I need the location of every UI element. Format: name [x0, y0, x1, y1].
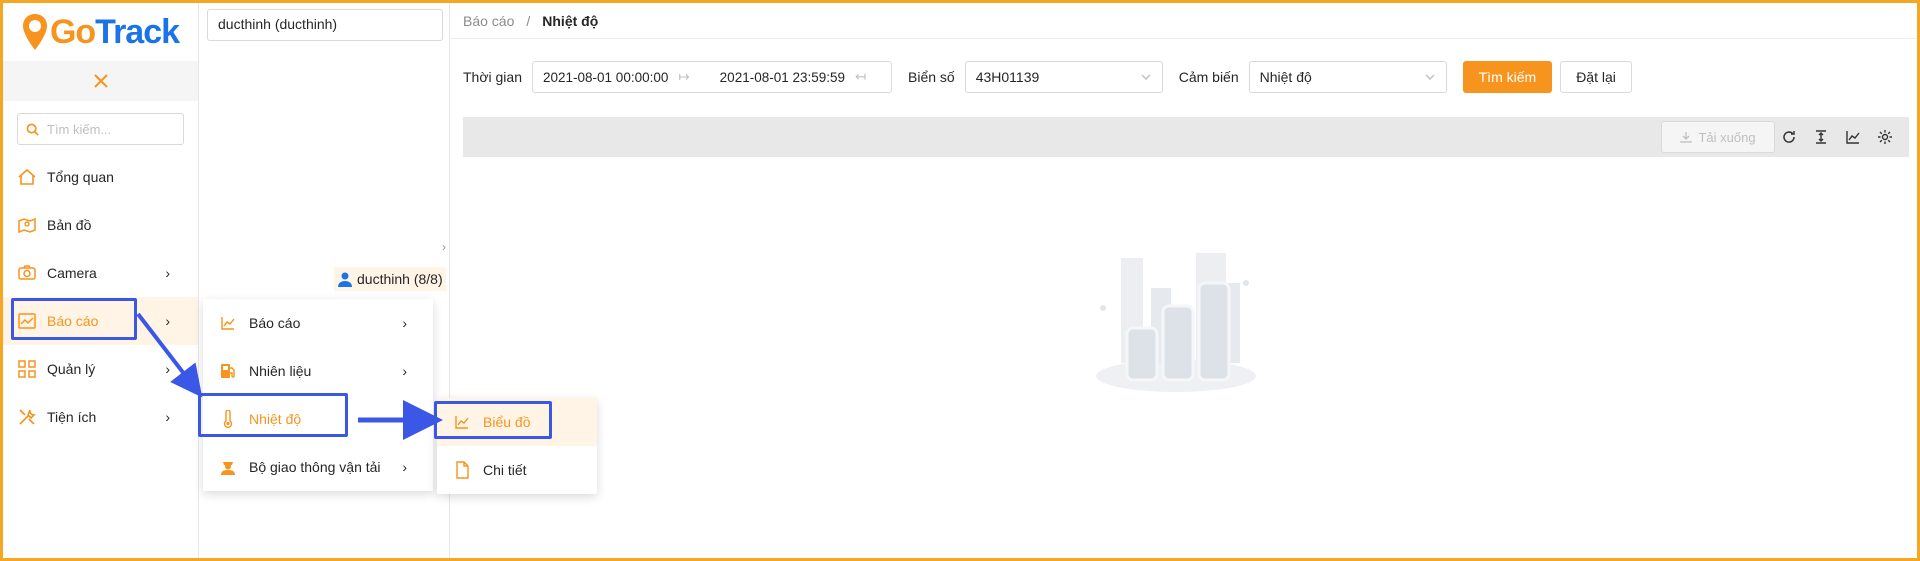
settings-icon[interactable]	[1875, 127, 1895, 147]
search-placeholder: Tìm kiếm...	[47, 121, 112, 137]
chevron-down-icon	[1141, 74, 1151, 80]
plate-label: Biển số	[908, 69, 955, 85]
submenu-item-label: Nhiên liệu	[249, 363, 312, 379]
line-chart-icon	[453, 413, 471, 431]
grid-icon	[17, 359, 37, 379]
submenu-item-detail[interactable]: Chi tiết	[437, 446, 597, 494]
start-time-value[interactable]: 2021-08-01 00:00:00	[543, 70, 668, 85]
submenu-item-label: Bộ giao thông vận tải	[249, 459, 381, 475]
plate-select[interactable]: 43H01139	[964, 61, 1163, 93]
plate-value: 43H01139	[975, 69, 1040, 85]
submenu-item-label: Nhiệt độ	[249, 411, 302, 427]
tools-icon	[17, 407, 37, 427]
sensor-select[interactable]: Nhiệt độ	[1248, 61, 1447, 93]
submenu-item-reports[interactable]: Báo cáo ›	[203, 299, 433, 347]
chevron-right-icon: ›	[165, 265, 170, 281]
filter-bar: Thời gian 2021-08-01 00:00:00 ↦ 2021-08-…	[463, 61, 1632, 93]
logo-text: GoTrack	[49, 12, 180, 52]
submenu-item-chart[interactable]: Biểu đồ	[437, 398, 597, 446]
fuel-icon	[219, 362, 237, 380]
thermometer-icon	[219, 410, 237, 428]
sidebar-item-label: Camera	[47, 265, 97, 281]
submenu-item-label: Báo cáo	[249, 315, 301, 331]
chart-icon	[17, 311, 37, 331]
search-button[interactable]: Tìm kiếm	[1462, 61, 1553, 93]
submenu-item-fuel[interactable]: Nhiên liệu ›	[203, 347, 433, 395]
end-time-value[interactable]: 2021-08-01 23:59:59	[720, 70, 845, 85]
chevron-right-icon[interactable]: ›	[442, 240, 446, 254]
chevron-right-icon: ›	[165, 361, 170, 377]
logo[interactable]: GoTrack	[3, 3, 198, 61]
refresh-icon[interactable]	[1779, 127, 1799, 147]
chevron-right-icon: ›	[402, 363, 407, 379]
user-node-label: ducthinh (8/8)	[357, 271, 443, 287]
sidebar-item-overview[interactable]: Tổng quan	[3, 153, 198, 201]
reset-button[interactable]: Đặt lại	[1560, 61, 1632, 93]
range-start-icon: ↦	[678, 69, 690, 84]
file-icon	[453, 461, 471, 479]
chevron-right-icon: ›	[165, 313, 170, 329]
location-pin-icon	[22, 14, 47, 50]
breadcrumb-current: Nhiệt độ	[542, 12, 599, 29]
column-height-icon[interactable]	[1811, 127, 1831, 147]
sidebar-item-label: Quản lý	[47, 361, 96, 377]
submenu-item-temperature[interactable]: Nhiệt độ ›	[203, 395, 433, 443]
range-end-icon: ↤	[855, 69, 867, 84]
time-label: Thời gian	[463, 69, 522, 85]
chevron-right-icon: ›	[402, 315, 407, 331]
main-content: Báo cáo / Nhiệt độ Thời gian 2021-08-01 …	[451, 3, 1917, 558]
tree-user-node[interactable]: ducthinh (8/8)	[334, 267, 446, 291]
sidebar-item-camera[interactable]: Camera ›	[3, 249, 198, 297]
collapse-sidebar-button[interactable]	[3, 61, 198, 101]
camera-icon	[17, 263, 37, 283]
submenu-item-label: Chi tiết	[483, 462, 527, 478]
sidebar-item-label: Báo cáo	[47, 313, 99, 329]
sensor-label: Cảm biến	[1178, 69, 1239, 85]
map-icon	[17, 215, 37, 235]
sidebar-item-label: Tiện ích	[47, 409, 97, 425]
search-icon	[26, 123, 39, 136]
chevron-right-icon: ›	[165, 409, 170, 425]
user-icon	[338, 272, 352, 287]
temperature-submenu: Biểu đồ Chi tiết	[437, 398, 597, 494]
account-select[interactable]: ducthinh (ducthinh)	[207, 9, 443, 41]
sidebar-item-management[interactable]: Quản lý ›	[3, 345, 198, 393]
empty-state-illustration	[1091, 248, 1261, 401]
table-toolbar: Tải xuống	[463, 117, 1909, 157]
line-chart-icon[interactable]	[1843, 127, 1863, 147]
sensor-value: Nhiệt độ	[1259, 69, 1312, 85]
officer-icon	[219, 458, 237, 476]
sidebar-item-label: Bản đồ	[47, 217, 92, 233]
logo-go: Go	[49, 12, 96, 51]
breadcrumb-parent[interactable]: Báo cáo	[463, 13, 514, 29]
line-chart-icon	[219, 314, 237, 332]
chevron-right-icon: ›	[402, 459, 407, 475]
submenu-item-label: Biểu đồ	[483, 414, 531, 430]
sidebar-item-map[interactable]: Bản đồ	[3, 201, 198, 249]
breadcrumb: Báo cáo / Nhiệt độ	[451, 3, 1917, 39]
logo-track: Track	[95, 12, 180, 51]
download-button[interactable]: Tải xuống	[1661, 121, 1775, 153]
sidebar-item-reports[interactable]: Báo cáo ›	[3, 297, 198, 345]
download-icon	[1680, 132, 1693, 143]
sidebar-item-label: Tổng quan	[47, 169, 114, 185]
chevron-right-icon: ›	[402, 411, 407, 427]
reports-submenu: Báo cáo › Nhiên liệu › Nhiệt độ › Bộ gia…	[203, 299, 433, 491]
sidebar-item-utilities[interactable]: Tiện ích ›	[3, 393, 198, 441]
search-input[interactable]: Tìm kiếm...	[17, 113, 184, 145]
download-label: Tải xuống	[1698, 129, 1756, 145]
breadcrumb-separator: /	[526, 12, 531, 29]
date-range-picker[interactable]: 2021-08-01 00:00:00 ↦ 2021-08-01 23:59:5…	[532, 61, 892, 93]
close-icon	[93, 74, 108, 88]
submenu-item-transport-ministry[interactable]: Bộ giao thông vận tải ›	[203, 443, 433, 491]
home-icon	[17, 167, 37, 187]
sidebar: GoTrack Tìm kiếm... Tổng quan Bản đồ Cam…	[3, 3, 199, 558]
chevron-down-icon	[1425, 74, 1435, 80]
